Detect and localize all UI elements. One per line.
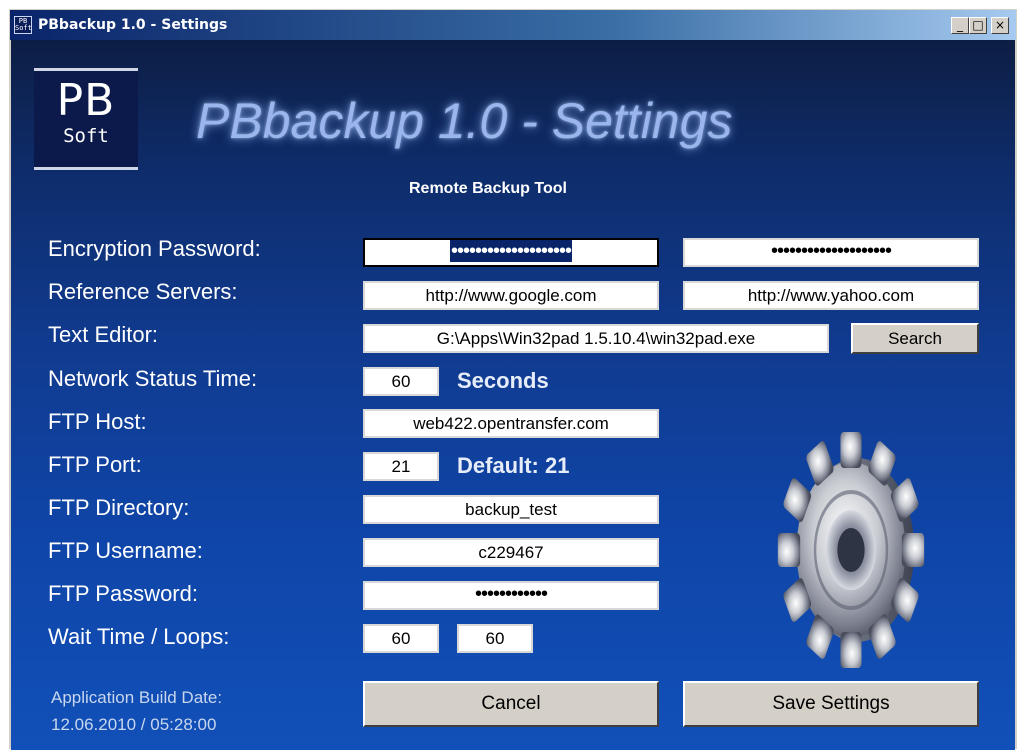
reference-server-2-field[interactable]: http://www.yahoo.com xyxy=(683,281,979,310)
close-button[interactable]: × xyxy=(991,17,1009,34)
build-date: Application Build Date: 12.06.2010 / 05:… xyxy=(51,684,222,738)
ftp-host-field[interactable]: web422.opentransfer.com xyxy=(363,409,659,438)
encryption-password-confirm-field[interactable]: •••••••••••••••••••• xyxy=(683,238,979,267)
wait-time-loops-label: Wait Time / Loops: xyxy=(48,624,230,649)
page-title: PBbackup 1.0 - Settings xyxy=(196,93,733,149)
ftp-password-label: FTP Password: xyxy=(48,581,198,606)
wait-time-field[interactable]: 60 xyxy=(363,624,439,653)
encryption-password-field[interactable]: •••••••••••••••••••• xyxy=(363,238,659,267)
logo-pb-text: PB xyxy=(56,75,116,126)
page-subtitle: Remote Backup Tool xyxy=(409,180,567,197)
build-date-value: 12.06.2010 / 05:28:00 xyxy=(51,715,217,734)
save-settings-button[interactable]: Save Settings xyxy=(683,681,979,727)
logo-soft-text: Soft xyxy=(63,125,109,147)
pbsoft-logo: PB Soft xyxy=(34,68,138,170)
ftp-password-field[interactable]: •••••••••••• xyxy=(363,581,659,610)
ftp-port-default-label: Default: 21 xyxy=(457,453,570,478)
reference-server-1-field[interactable]: http://www.google.com xyxy=(363,281,659,310)
settings-panel: PB Soft PBbackup 1.0 - Settings Remote B… xyxy=(11,40,1015,750)
build-date-label: Application Build Date: xyxy=(51,688,223,707)
network-status-time-label: Network Status Time: xyxy=(48,366,258,391)
reference-servers-label: Reference Servers: xyxy=(48,279,238,304)
text-editor-label: Text Editor: xyxy=(48,322,159,347)
maximize-button[interactable]: □ xyxy=(969,17,987,34)
search-button[interactable]: Search xyxy=(851,323,979,354)
gear-icon xyxy=(777,432,925,668)
ftp-port-field[interactable]: 21 xyxy=(363,452,439,481)
loops-field[interactable]: 60 xyxy=(457,624,533,653)
seconds-unit-label: Seconds xyxy=(457,368,549,393)
ftp-username-label: FTP Username: xyxy=(48,538,203,563)
ftp-username-field[interactable]: c229467 xyxy=(363,538,659,567)
encryption-password-label: Encryption Password: xyxy=(48,236,261,261)
ftp-host-label: FTP Host: xyxy=(48,409,147,434)
window-title: PBbackup 1.0 - Settings xyxy=(38,17,228,33)
cancel-button[interactable]: Cancel xyxy=(363,681,659,727)
encryption-password-value: •••••••••••••••••••• xyxy=(449,240,572,262)
ftp-directory-label: FTP Directory: xyxy=(48,495,190,520)
settings-window: PB Soft PBbackup 1.0 - Settings _ □ × PB… xyxy=(8,8,1017,750)
ftp-directory-field[interactable]: backup_test xyxy=(363,495,659,524)
ftp-port-label: FTP Port: xyxy=(48,452,142,477)
app-icon[interactable]: PB Soft xyxy=(14,16,32,34)
text-editor-path-field[interactable]: G:\Apps\Win32pad 1.5.10.4\win32pad.exe xyxy=(363,324,829,353)
minimize-button[interactable]: _ xyxy=(951,17,969,34)
title-bar[interactable]: PB Soft PBbackup 1.0 - Settings _ □ × xyxy=(10,10,1016,40)
network-status-time-field[interactable]: 60 xyxy=(363,367,439,396)
